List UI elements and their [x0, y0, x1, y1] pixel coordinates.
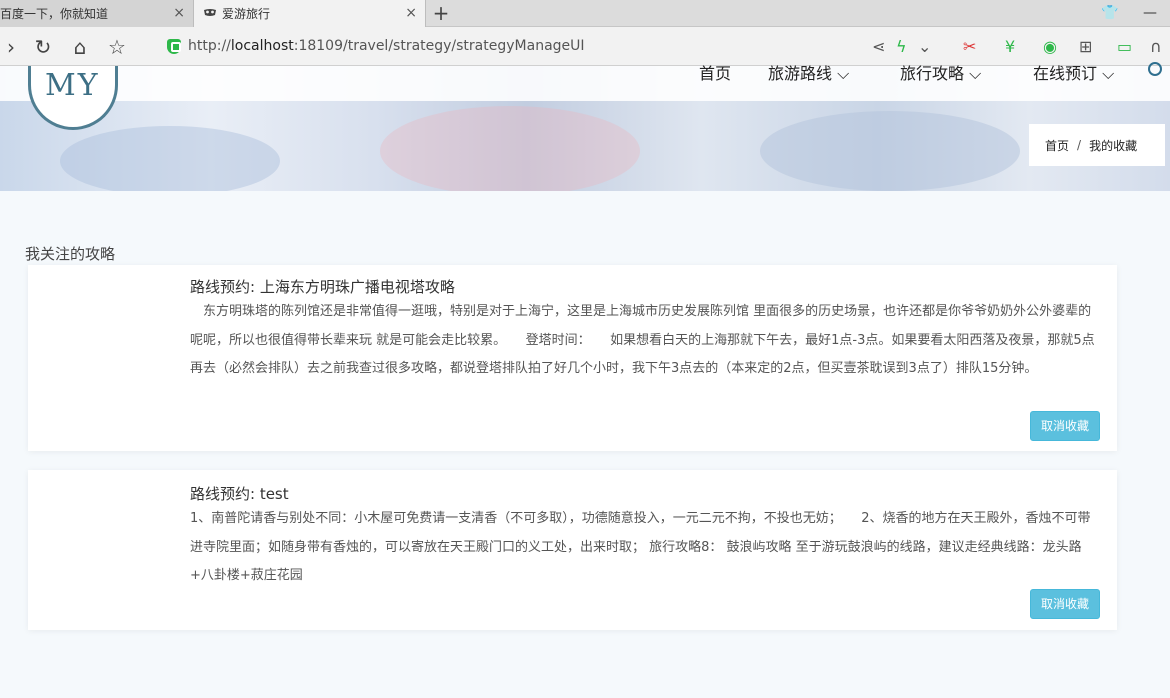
breadcrumb: 首页 / 我的收藏 [1029, 124, 1165, 166]
scissors-icon[interactable]: ✂ [963, 37, 976, 57]
guide-summary: 1、南普陀请香与别处不同：小木屋可免费请一支清香（不可多取），功德随意投入，一元… [190, 511, 1091, 583]
url-field[interactable]: http://localhost:18109/travel/strategy/s… [160, 33, 940, 60]
cancel-favorite-button[interactable]: 取消收藏 [1030, 589, 1100, 619]
window-controls: 👕 — [1090, 0, 1170, 27]
breadcrumb-current: 我的收藏 [1089, 138, 1138, 153]
page-hero-banner [0, 66, 1170, 191]
headphones-icon[interactable]: ∩ [1150, 37, 1162, 57]
browser-tab-baidu[interactable]: 百度一下，你就知道 × [0, 0, 194, 27]
breadcrumb-separator: / [1077, 138, 1082, 152]
guide-summary: 东方明珠塔的陈列馆还是非常值得一逛哦，特别是对于上海宁，这里是上海城市历史发展陈… [190, 304, 1095, 376]
chat-icon[interactable]: ◉ [1043, 37, 1057, 57]
close-tab-icon[interactable]: × [173, 5, 185, 21]
forward-icon[interactable]: › [0, 36, 22, 58]
nav-travel-routes[interactable]: 旅游路线 ⌵ [768, 60, 849, 84]
nav-travel-guides[interactable]: 旅行攻略 ⌵ [900, 60, 981, 84]
wallet-icon[interactable]: ¥ [1005, 37, 1015, 57]
tab-title: 百度一下，你就知道 [0, 7, 109, 21]
breadcrumb-home[interactable]: 首页 [1045, 137, 1069, 154]
cancel-favorite-button[interactable]: 取消收藏 [1030, 411, 1100, 441]
star-icon[interactable]: ☆ [106, 36, 128, 58]
url-text: http://localhost:18109/travel/strategy/s… [188, 38, 585, 54]
favorite-guide-card: 路线预约: test 1、南普陀请香与别处不同：小木屋可免费请一支清香（不可多取… [28, 470, 1117, 630]
search-icon[interactable] [1148, 62, 1162, 76]
page-title: 我关注的攻略 [25, 245, 116, 263]
minimize-icon[interactable]: — [1130, 0, 1170, 27]
browser-tab-bar: 百度一下，你就知道 × 爱游旅行 × + 👕 — [0, 0, 1170, 27]
share-icon[interactable]: ⋖ [872, 37, 885, 57]
guide-title[interactable]: 路线预约: 上海东方明珠广播电视塔攻略 [190, 276, 455, 297]
favorite-guide-card: 路线预约: 上海东方明珠广播电视塔攻略 东方明珠塔的陈列馆还是非常值得一逛哦，特… [28, 265, 1117, 451]
tab-title: 爱游旅行 [222, 7, 271, 21]
refresh-icon[interactable]: ↻ [32, 36, 54, 58]
nav-online-booking[interactable]: 在线预订 ⌵ [1033, 60, 1114, 84]
home-icon[interactable]: ⌂ [69, 36, 91, 58]
nav-home[interactable]: 首页 [699, 60, 731, 84]
browser-tab-travel[interactable]: 爱游旅行 × [194, 0, 426, 27]
chevron-down-icon[interactable]: ⌄ [918, 37, 931, 57]
new-tab-button[interactable]: + [426, 0, 456, 27]
guide-title[interactable]: 路线预约: test [190, 483, 289, 504]
mask-icon [204, 9, 216, 16]
security-shield-icon [167, 39, 181, 54]
lightning-icon[interactable]: ϟ [896, 37, 907, 57]
close-tab-icon[interactable]: × [405, 5, 417, 21]
shirt-icon[interactable]: 👕 [1090, 0, 1130, 27]
apps-grid-icon[interactable]: ⊞ [1079, 37, 1092, 57]
battery-icon[interactable]: ▭ [1117, 37, 1132, 57]
main-navigation: 首页 旅游路线 ⌵ 旅行攻略 ⌵ 在线预订 ⌵ [0, 60, 1170, 84]
